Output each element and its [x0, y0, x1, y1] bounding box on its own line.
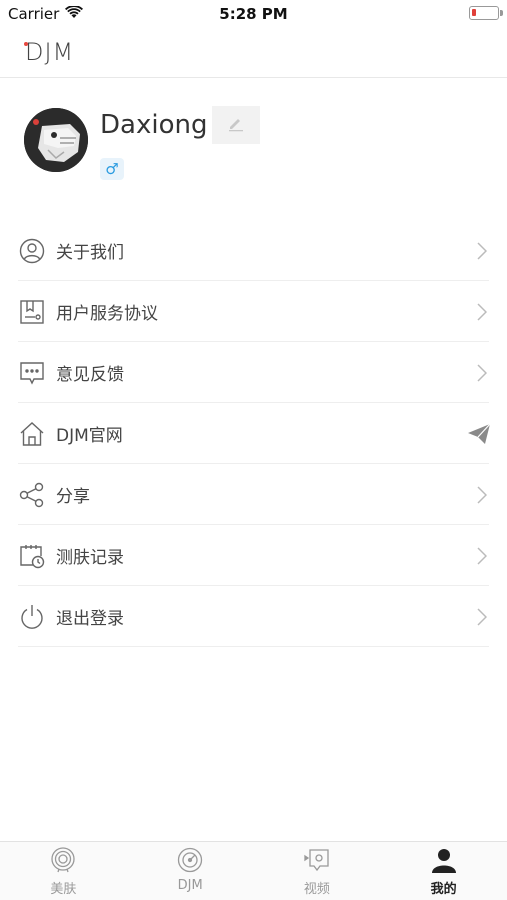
profile-section: Daxiong ♂ — [0, 100, 507, 200]
chevron-right-icon — [475, 607, 489, 627]
tab-djm[interactable]: DJM — [127, 842, 254, 900]
menu-item-label: 测肤记录 — [56, 548, 124, 568]
video-icon — [303, 846, 331, 874]
paper-plane-icon — [467, 423, 491, 444]
menu-item-label: 分享 — [56, 487, 90, 507]
menu-item-about-us[interactable]: 关于我们 — [0, 220, 507, 281]
menu-item-logout[interactable]: 退出登录 — [0, 586, 507, 647]
username: Daxiong — [100, 110, 208, 140]
battery-icon — [469, 6, 503, 20]
nav-bar: DJM — [0, 28, 507, 78]
tab-skin[interactable]: 美肤 — [0, 842, 127, 900]
gauge-icon — [176, 846, 204, 874]
tab-label: 视频 — [303, 882, 330, 897]
status-bar: Carrier 5:28 PM — [0, 0, 507, 28]
document-icon — [18, 298, 46, 326]
tab-label: 我的 — [430, 882, 457, 897]
edit-profile-button[interactable] — [212, 106, 260, 144]
chevron-right-icon — [475, 241, 489, 261]
skin-target-icon — [49, 846, 77, 874]
menu-item-feedback[interactable]: 意见反馈 — [0, 342, 507, 403]
pencil-icon — [227, 114, 245, 136]
menu-item-share[interactable]: 分享 — [0, 464, 507, 525]
home-icon — [18, 420, 46, 448]
chevron-right-icon — [475, 302, 489, 322]
tab-mine[interactable]: 我的 — [380, 842, 507, 900]
male-icon: ♂ — [105, 160, 119, 178]
menu-item-label: 关于我们 — [56, 243, 124, 263]
tab-label: DJM — [177, 878, 203, 893]
status-time: 5:28 PM — [219, 5, 288, 23]
user-circle-icon — [18, 237, 46, 265]
menu-item-official-site[interactable]: DJM官网 — [0, 403, 507, 464]
menu-item-label: DJM官网 — [56, 426, 123, 446]
settings-menu: 关于我们 用户服务协议 意见反馈 DJM官网 分享 测肤记录 退出登录 — [0, 220, 507, 647]
chevron-right-icon — [475, 485, 489, 505]
avatar[interactable] — [24, 108, 88, 172]
app-logo: DJM — [25, 38, 75, 66]
calendar-clock-icon — [18, 542, 46, 570]
menu-item-label: 用户服务协议 — [56, 304, 158, 324]
menu-item-user-agreement[interactable]: 用户服务协议 — [0, 281, 507, 342]
tab-label: 美肤 — [50, 882, 77, 897]
share-icon — [18, 481, 46, 509]
menu-item-skin-records[interactable]: 测肤记录 — [0, 525, 507, 586]
tab-video[interactable]: 视频 — [254, 842, 381, 900]
tab-bar: 美肤 DJM 视频 我的 — [0, 841, 507, 900]
chat-bubble-icon — [18, 359, 46, 387]
person-icon — [430, 846, 458, 874]
chevron-right-icon — [475, 363, 489, 383]
power-icon — [18, 603, 46, 631]
menu-item-label: 意见反馈 — [56, 365, 124, 385]
gender-badge: ♂ — [100, 158, 124, 180]
menu-item-label: 退出登录 — [56, 609, 124, 629]
chevron-right-icon — [475, 546, 489, 566]
